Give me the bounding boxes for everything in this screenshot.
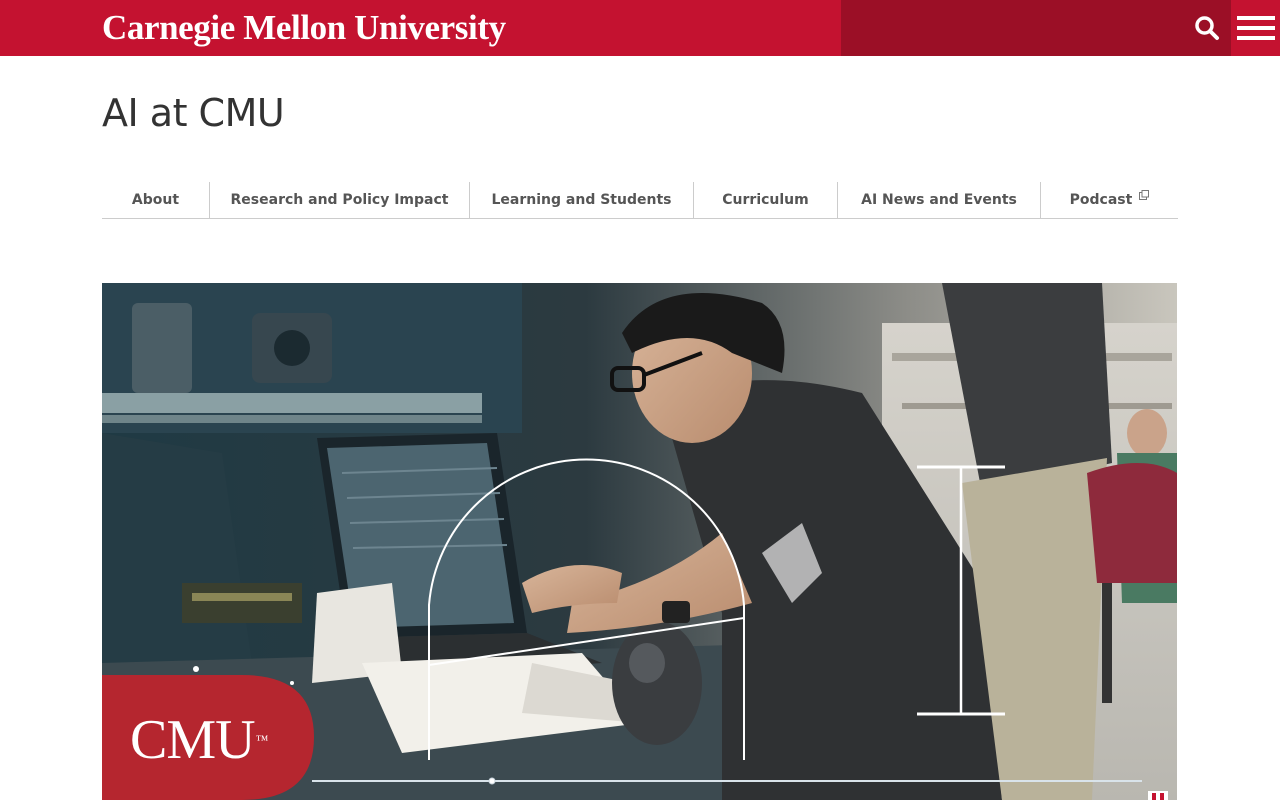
pause-icon[interactable] [1148, 791, 1168, 800]
nav-item-podcast[interactable]: Podcast [1041, 182, 1178, 218]
nav-item-ai-news-and-events[interactable]: AI News and Events [838, 182, 1041, 218]
search-icon [1194, 16, 1219, 40]
nav-item-label: Curriculum [722, 192, 809, 208]
header-dark-panel [841, 0, 1231, 56]
external-link-icon [1139, 190, 1150, 200]
nav-item-curriculum[interactable]: Curriculum [694, 182, 838, 218]
nav-item-label: Research and Policy Impact [230, 192, 449, 208]
nav-item-label: Podcast [1069, 192, 1133, 208]
nav-item-label: About [131, 192, 180, 208]
nav-item-label: AI News and Events [861, 192, 1017, 208]
nav-item-research-and-policy-impact[interactable]: Research and Policy Impact [210, 182, 470, 218]
menu-button[interactable] [1231, 0, 1280, 56]
main-navigation: About Research and Policy Impact Learnin… [102, 182, 1178, 219]
page-title[interactable]: AI at CMU [102, 90, 285, 136]
cmu-badge-text: CMU [130, 709, 256, 771]
nav-item-learning-and-students[interactable]: Learning and Students [470, 182, 694, 218]
search-button[interactable] [1182, 0, 1231, 56]
nav-item-label: Learning and Students [491, 192, 672, 208]
cmu-badge: CMU™ [130, 709, 269, 771]
university-wordmark[interactable]: Carnegie Mellon University [102, 8, 506, 48]
cmu-badge-mark: ™ [255, 732, 269, 747]
hamburger-menu-icon [1236, 16, 1275, 40]
nav-item-about[interactable]: About [102, 182, 210, 218]
